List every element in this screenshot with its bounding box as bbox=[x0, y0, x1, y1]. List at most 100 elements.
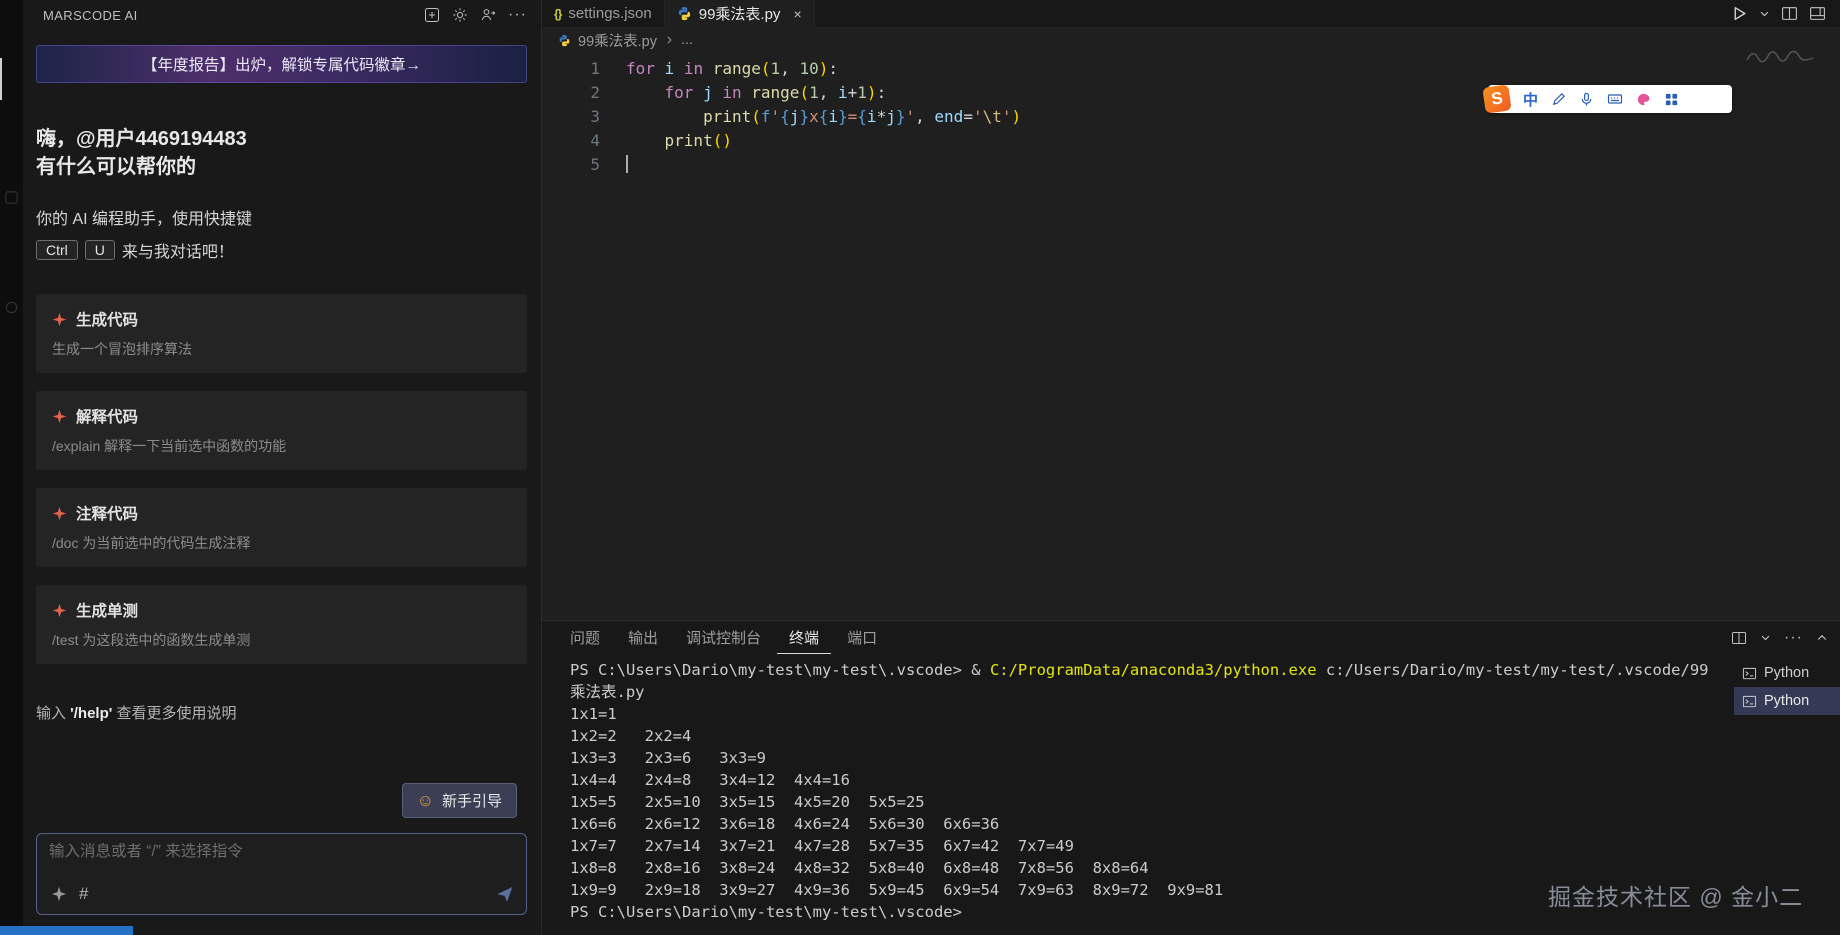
suggestion-card[interactable]: 生成单测/test 为这段选中的函数生成单测 bbox=[36, 585, 527, 664]
activity-bar bbox=[0, 0, 23, 935]
card-desc: /doc 为当前选中的代码生成注释 bbox=[52, 533, 511, 553]
panel-tab-problems[interactable]: 问题 bbox=[558, 621, 612, 654]
panel-tab-terminal[interactable]: 终端 bbox=[777, 621, 831, 654]
card-title: 解释代码 bbox=[52, 405, 511, 427]
customize-layout-icon[interactable] bbox=[1809, 5, 1826, 22]
terminal-line: 1x7=7 2x7=14 3x7=21 4x7=28 5x7=35 6x7=42… bbox=[570, 835, 1722, 857]
panel-tab-output[interactable]: 输出 bbox=[616, 621, 670, 654]
guide-row: ☺ 新手引导 bbox=[23, 783, 517, 818]
chat-input[interactable] bbox=[47, 842, 516, 862]
code-line: 4 print() bbox=[542, 129, 1840, 153]
suggestion-card[interactable]: 生成代码生成一个冒泡排序算法 bbox=[36, 294, 527, 373]
context-hash-button[interactable]: # bbox=[79, 884, 88, 904]
marscode-sidebar: MARSCODE AI ··· 【年度报告】出炉，解锁专属代码徽章→ 嗨，@用户… bbox=[23, 0, 542, 935]
gear-icon[interactable] bbox=[452, 7, 468, 23]
terminal-list: PythonPython bbox=[1734, 659, 1840, 715]
greeting: 嗨，@用户4469194483 有什么可以帮你的 bbox=[36, 125, 523, 181]
ime-skin-icon[interactable] bbox=[1636, 92, 1651, 107]
key-ctrl: Ctrl bbox=[36, 240, 78, 260]
panel-actions: ··· bbox=[1731, 621, 1828, 654]
shortcut-row: Ctrl U 来与我对话吧！ bbox=[36, 238, 523, 262]
panel-more-actions-icon[interactable]: ··· bbox=[1784, 633, 1803, 643]
editor-tab-bar: {} settings.json 99乘法表.py × bbox=[542, 0, 1840, 27]
editor-actions bbox=[1731, 0, 1840, 27]
help-command: '/help' bbox=[70, 705, 112, 722]
terminal-icon bbox=[1742, 666, 1757, 681]
panel-tab-ports[interactable]: 端口 bbox=[835, 621, 889, 654]
run-button[interactable] bbox=[1731, 5, 1748, 22]
card-desc: /test 为这段选中的函数生成单测 bbox=[52, 630, 511, 650]
activity-icon[interactable] bbox=[4, 300, 19, 315]
suggestion-card[interactable]: 解释代码/explain 解释一下当前选中函数的功能 bbox=[36, 391, 527, 470]
sidebar-title: MARSCODE AI bbox=[43, 8, 138, 23]
sidebar-header: MARSCODE AI ··· bbox=[23, 0, 541, 30]
terminal-line: 1x5=5 2x5=10 3x5=15 4x5=20 5x5=25 bbox=[570, 791, 1722, 813]
breadcrumb-file[interactable]: 99乘法表.py bbox=[578, 30, 657, 51]
watermark-scribble bbox=[1745, 46, 1817, 66]
card-title: 生成代码 bbox=[52, 308, 511, 330]
terminal-line: 1x6=6 2x6=12 3x6=18 4x6=24 5x6=30 6x6=36 bbox=[570, 813, 1722, 835]
close-tab-icon[interactable]: × bbox=[793, 6, 801, 22]
suggestion-cards: 生成代码生成一个冒泡排序算法解释代码/explain 解释一下当前选中函数的功能… bbox=[23, 294, 541, 664]
ime-keyboard-icon[interactable] bbox=[1607, 91, 1623, 107]
breadcrumb-more[interactable]: ... bbox=[681, 32, 693, 48]
terminal-line: 1x1=1 bbox=[570, 703, 1722, 725]
text-cursor bbox=[626, 155, 628, 173]
ime-mic-icon[interactable] bbox=[1579, 92, 1594, 107]
code-line: 5 bbox=[542, 153, 1840, 177]
run-dropdown-chevron-icon[interactable] bbox=[1759, 8, 1770, 19]
terminal-profile-chevron-icon[interactable] bbox=[1760, 632, 1771, 643]
active-view-indicator bbox=[0, 58, 2, 100]
panel-tabs: 问题输出调试控制台终端端口 bbox=[542, 621, 1840, 654]
ime-language-icon[interactable]: 中 bbox=[1523, 89, 1538, 110]
panel-tab-debug-console[interactable]: 调试控制台 bbox=[674, 621, 773, 654]
juejin-watermark: 掘金技术社区 @ 金小二 bbox=[1548, 878, 1803, 912]
tab-99-multiplication-py[interactable]: 99乘法表.py × bbox=[665, 0, 815, 27]
ime-pen-icon[interactable] bbox=[1551, 92, 1566, 107]
maximize-panel-chevron-icon[interactable] bbox=[1816, 632, 1828, 644]
terminal-instance[interactable]: Python bbox=[1734, 659, 1840, 687]
greeting-line2: 有什么可以帮你的 bbox=[36, 153, 523, 181]
json-braces-icon: {} bbox=[554, 7, 561, 21]
account-icon[interactable] bbox=[480, 7, 496, 23]
help-suffix: 查看更多使用说明 bbox=[112, 705, 236, 722]
help-hint: 输入 '/help' 查看更多使用说明 bbox=[36, 702, 523, 723]
help-prefix: 输入 bbox=[36, 705, 70, 722]
ime-toolbox-grid-icon[interactable] bbox=[1664, 92, 1679, 107]
terminal-line: PS C:\Users\Dario\my-test\my-test\.vscod… bbox=[570, 659, 1722, 703]
sparkle-icon bbox=[52, 312, 67, 327]
breadcrumb: 99乘法表.py ... bbox=[542, 27, 1840, 53]
terminal-line: 1x2=2 2x2=4 bbox=[570, 725, 1722, 747]
sogou-logo-icon[interactable]: S bbox=[1482, 84, 1511, 113]
card-title: 注释代码 bbox=[52, 502, 511, 524]
terminal-line: 1x8=8 2x8=16 3x8=24 4x8=32 5x8=40 6x8=48… bbox=[570, 857, 1722, 879]
code-line: 1for i in range(1, 10): bbox=[542, 57, 1840, 81]
code-editor[interactable]: 1for i in range(1, 10):2 for j in range(… bbox=[542, 53, 1840, 624]
split-terminal-icon[interactable] bbox=[1731, 630, 1747, 646]
sparkle-command-icon[interactable] bbox=[51, 886, 67, 902]
sparkle-icon bbox=[52, 603, 67, 618]
chat-toolbar: # bbox=[51, 884, 514, 904]
python-icon bbox=[677, 6, 692, 21]
chat-input-box[interactable]: # bbox=[36, 833, 527, 915]
card-desc: 生成一个冒泡排序算法 bbox=[52, 339, 511, 359]
terminal-line: 1x3=3 2x3=6 3x3=9 bbox=[570, 747, 1722, 769]
sparkle-icon bbox=[52, 506, 67, 521]
status-bar-remote[interactable] bbox=[0, 926, 133, 935]
terminal-line: 1x4=4 2x4=8 3x4=12 4x4=16 bbox=[570, 769, 1722, 791]
send-icon[interactable] bbox=[496, 885, 514, 903]
tab-settings-json[interactable]: {} settings.json bbox=[542, 0, 665, 27]
sparkle-icon bbox=[52, 409, 67, 424]
terminal-instance[interactable]: Python bbox=[1734, 687, 1840, 715]
annual-report-banner[interactable]: 【年度报告】出炉，解锁专属代码徽章→ bbox=[36, 45, 527, 83]
split-editor-icon[interactable] bbox=[1781, 5, 1798, 22]
activity-icon[interactable] bbox=[4, 190, 19, 205]
more-actions-icon[interactable]: ··· bbox=[508, 10, 527, 20]
suggestion-card[interactable]: 注释代码/doc 为当前选中的代码生成注释 bbox=[36, 488, 527, 567]
tab-label: 99乘法表.py bbox=[699, 3, 781, 24]
new-chat-icon[interactable] bbox=[424, 7, 440, 23]
beginner-guide-button[interactable]: ☺ 新手引导 bbox=[402, 783, 517, 818]
key-u: U bbox=[85, 240, 115, 260]
shortcut-suffix: 来与我对话吧！ bbox=[122, 238, 234, 262]
guide-label: 新手引导 bbox=[442, 790, 502, 811]
